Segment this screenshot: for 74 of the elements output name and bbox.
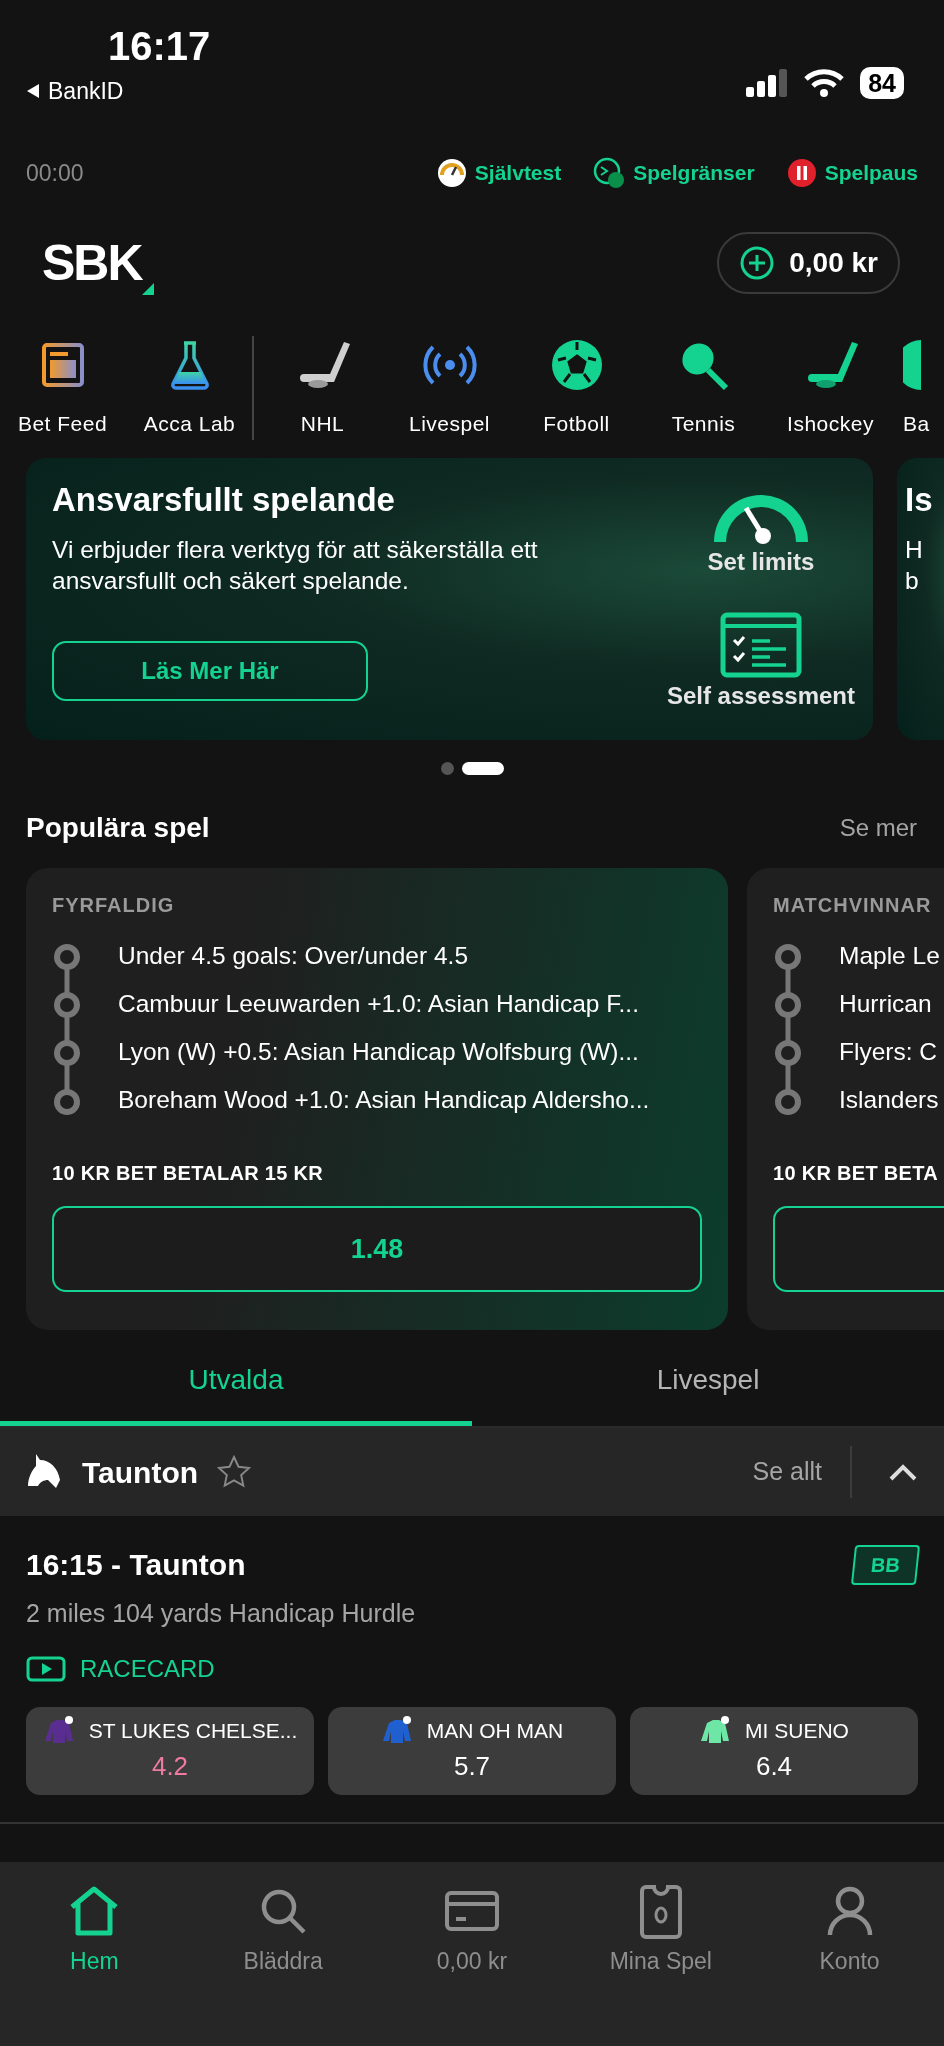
play-icon [26, 1655, 66, 1682]
plus-icon [739, 245, 776, 281]
battery-level: 84 [860, 67, 904, 99]
sport-icon [549, 338, 604, 392]
signal-icon [746, 69, 789, 97]
nav-tab[interactable]: Bläddra [188, 1882, 378, 1979]
runner-odds-button[interactable]: ST LUKES CHELSE... 4.2 [26, 1706, 314, 1795]
banner-title: Ansvarsfullt spelande [52, 480, 396, 520]
bet-leg: Cambuur Leeuwarden +1.0: Asian Handicap F... [118, 988, 639, 1019]
bet-leg: Boreham Wood +1.0: Asian Handicap Aldersho... [118, 1084, 650, 1115]
bet-leg: Hurrican [839, 988, 932, 1019]
payout-text: 10 KR BET BETALAR 15 KR [52, 1161, 324, 1186]
bet-leg: Islanders [839, 1084, 939, 1115]
category-tab[interactable]: Tennis [641, 336, 768, 440]
race-title: 16:15 - Taunton [26, 1547, 246, 1583]
see-more-link[interactable]: Se mer [839, 810, 917, 846]
logo[interactable]: SBK [42, 225, 154, 301]
racecard-link[interactable]: RACECARD [26, 1650, 215, 1687]
star-icon[interactable] [216, 1454, 253, 1490]
see-all-link[interactable]: Se allt [752, 1446, 852, 1498]
gauge-icon [436, 158, 467, 188]
category-tab[interactable]: Ba [895, 336, 932, 440]
nav-tab[interactable]: Mina Spel [566, 1882, 756, 1979]
category-tab[interactable]: Bet Feed [0, 336, 127, 440]
feature-label: Self assessment [666, 681, 855, 711]
nav-tab[interactable]: Hem [0, 1882, 189, 1979]
bet-leg: Flyers: C [839, 1036, 937, 1067]
chevron-up-icon[interactable] [888, 1462, 918, 1482]
sport-icon [903, 338, 921, 392]
race-description: 2 miles 104 yards Handicap Hurdle [26, 1598, 417, 1629]
bet-builder-badge: BB [851, 1544, 921, 1585]
nav-tab[interactable]: Konto [755, 1882, 944, 1979]
runner-odds-button[interactable]: MAN OH MAN 5.7 [328, 1706, 616, 1795]
banner-text: H [905, 534, 924, 565]
carousel-dot[interactable] [440, 761, 454, 775]
tool-link[interactable]: Självtest [436, 157, 562, 189]
category-tab[interactable]: Livespel [387, 336, 514, 440]
odds-button[interactable] [773, 1206, 944, 1292]
tool-link[interactable]: Spelpaus [786, 157, 918, 189]
bet-type: MATCHVINNAR [773, 893, 933, 918]
runner-odds-button[interactable]: MI SUENO 6.4 [630, 1706, 918, 1795]
section-title: Populära spel [26, 811, 210, 845]
back-link[interactable]: BankID [48, 74, 124, 109]
banner-title: Is [905, 480, 934, 520]
category-tab[interactable]: Ishockey [768, 336, 895, 440]
tab[interactable]: Livespel [472, 1338, 944, 1426]
ticket-icon [637, 1883, 684, 1939]
status-time: 16:17 [108, 26, 211, 66]
sport-icon [168, 340, 211, 390]
checklist-icon [719, 612, 802, 678]
sport-icon [40, 342, 85, 388]
meeting-name: Taunton [82, 1454, 199, 1491]
payout-text: 10 KR BET BETA [773, 1161, 939, 1186]
category-tab[interactable]: Fotboll [514, 336, 641, 440]
banner-text: b [905, 566, 920, 597]
feature-label: Set limits [707, 547, 815, 577]
nav-tab[interactable]: 0,00 kr [377, 1882, 567, 1979]
read-more-button[interactable]: Läs Mer Här [52, 641, 368, 702]
wallet-card-icon [444, 1889, 500, 1933]
category-tab[interactable]: Acca Lab [127, 336, 254, 440]
tool-link[interactable]: Spelgränser [593, 157, 755, 189]
balance-button[interactable]: 0,00 kr [717, 232, 900, 294]
bet-type: FYRFALDIG [52, 893, 176, 918]
bet-leg: Under 4.5 goals: Over/under 4.5 [118, 940, 468, 971]
session-timer: 00:00 [26, 158, 84, 188]
odds-button[interactable]: 1.48 [52, 1206, 702, 1292]
category-tab[interactable]: NHL [260, 336, 387, 440]
wifi-icon [804, 69, 845, 97]
banner-text: Vi erbjuder flera verktyg för att säkerställa ett ansvarsfullt och säkert spelande. [52, 534, 539, 597]
bet-leg: Lyon (W) +0.5: Asian Handicap Wolfsburg (W)... [118, 1036, 639, 1067]
pause-icon [786, 158, 817, 188]
limit-icon [593, 157, 626, 189]
back-arrow-icon[interactable] [26, 83, 40, 100]
bet-leg: Maple Le [839, 940, 940, 971]
